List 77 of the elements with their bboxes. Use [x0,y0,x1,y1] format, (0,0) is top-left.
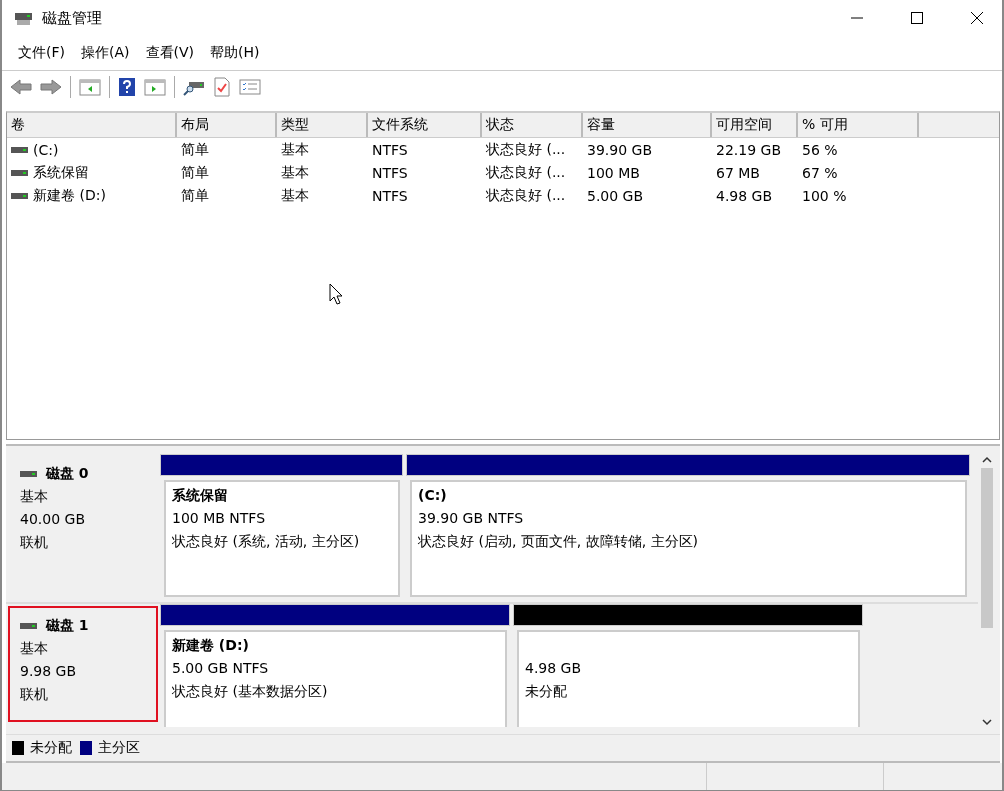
drive-icon [20,621,38,630]
column-header[interactable]: 可用空间 [712,113,798,137]
column-header[interactable]: 状态 [482,113,583,137]
drive-icon [20,469,38,478]
table-cell: 状态良好 (... [486,163,566,182]
column-header[interactable]: 容量 [583,113,712,137]
disk-type: 基本 [20,487,49,506]
table-cell: 67 % [802,164,838,181]
partition-size: 4.98 GB [525,659,583,678]
checked-document-icon[interactable] [213,77,231,97]
legend-label: 未分配 [30,739,72,757]
table-cell: 基本 [281,140,309,159]
column-header[interactable]: % 可用 [798,113,919,137]
panel-icon[interactable] [144,78,166,96]
table-cell: 67 MB [716,164,760,181]
column-header[interactable]: 文件系统 [368,113,482,137]
help-icon[interactable] [118,77,136,97]
mouse-pointer-icon [329,283,343,305]
table-cell: NTFS [372,164,408,181]
volume-name[interactable]: (C:) [33,141,59,158]
scroll-down-icon[interactable] [981,718,993,726]
disk-size: 9.98 GB [20,662,78,681]
volume-name[interactable]: 系统保留 [33,163,89,182]
close-icon[interactable] [970,11,984,25]
drive-icon [11,145,29,154]
partition-name: 系统保留 [172,486,229,505]
column-header[interactable]: 类型 [277,113,368,137]
window-title: 磁盘管理 [42,8,102,28]
table-cell: 简单 [181,140,209,159]
partition-name: (C:) [418,486,448,505]
partition-status: 状态良好 (启动, 页面文件, 故障转储, 主分区) [418,532,700,551]
table-cell: 39.90 GB [587,141,652,158]
disk-label-panel[interactable]: 磁盘 0 基本 40.00 GB 联机 [8,454,158,602]
disk-name: 磁盘 1 [46,616,89,635]
table-cell: 简单 [181,163,209,182]
disk-size: 40.00 GB [20,510,86,529]
checklist-icon[interactable] [239,78,261,96]
menu-item[interactable]: 文件(F) [12,42,71,64]
table-cell: 22.19 GB [716,141,781,158]
table-cell: 56 % [802,141,838,158]
menu-item[interactable]: 查看(V) [139,42,200,64]
drive-icon [11,168,29,177]
table-cell: 5.00 GB [587,187,644,204]
table-cell: 4.98 GB [716,187,773,204]
column-header[interactable]: 布局 [177,113,277,137]
volume-name[interactable]: 新建卷 (D:) [33,186,106,205]
partition-size: 39.90 GB NTFS [418,509,525,528]
menu-item[interactable]: 操作(A) [75,42,136,64]
menu-item[interactable]: 帮助(H) [204,42,266,64]
table-cell: 基本 [281,163,309,182]
disk-status: 联机 [20,533,49,552]
legend-label: 主分区 [98,739,140,757]
partition-name: 新建卷 (D:) [172,636,250,655]
disk-type: 基本 [20,639,49,658]
back-arrow-icon[interactable] [10,78,32,96]
column-header[interactable]: 卷 [7,113,177,137]
disk-status: 联机 [20,685,49,704]
partition-size: 100 MB NTFS [172,509,267,528]
disk-label-panel[interactable]: 磁盘 1 基本 9.98 GB 联机 [8,606,158,722]
partition-status: 状态良好 (基本数据分区) [172,682,329,701]
partition-status: 未分配 [525,682,568,701]
forward-arrow-icon[interactable] [40,78,62,96]
table-cell: 状态良好 (... [486,186,566,205]
table-cell: NTFS [372,141,408,158]
panel-icon[interactable] [79,78,101,96]
drive-icon [11,191,29,200]
table-cell: 简单 [181,186,209,205]
partition-size: 5.00 GB NTFS [172,659,270,678]
table-cell: 100 % [802,187,847,204]
table-cell: 基本 [281,186,309,205]
disk-name: 磁盘 0 [46,464,89,483]
scroll-up-icon[interactable] [981,456,993,464]
table-cell: NTFS [372,187,408,204]
partition-status: 状态良好 (系统, 活动, 主分区) [172,532,361,551]
table-cell: 100 MB [587,164,640,181]
maximize-icon[interactable] [910,11,924,25]
table-cell: 状态良好 (... [486,140,566,159]
